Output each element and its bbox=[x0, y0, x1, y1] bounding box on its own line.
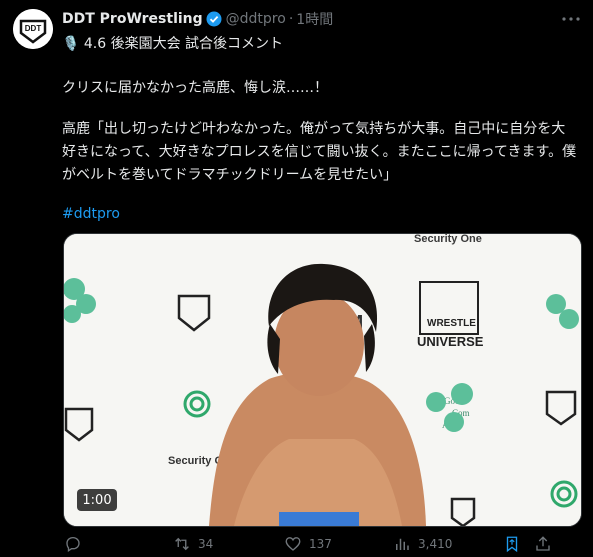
svg-text:DDT: DDT bbox=[25, 24, 42, 33]
repost-button[interactable]: 34 bbox=[173, 535, 213, 553]
reply-button[interactable] bbox=[64, 535, 89, 553]
video-player[interactable]: Security One SPM Security One WRESTLE UN… bbox=[63, 233, 582, 527]
post-text-quote: 高鹿「出し切ったけど叶わなかった。俺がって気持ちが大事。自己中に自分を大好きにな… bbox=[62, 121, 577, 183]
action-bar: 34 137 3,410 bbox=[62, 535, 583, 557]
post-timestamp[interactable]: 1時間 bbox=[296, 9, 333, 29]
post-text-line-headline: クリスに届かなかった高鹿、悔し涙……！ bbox=[62, 80, 328, 96]
share-button[interactable] bbox=[534, 535, 552, 553]
backdrop-text: WRESTLE bbox=[427, 318, 476, 329]
backdrop-text: UNIVERSE bbox=[417, 334, 484, 349]
like-count: 137 bbox=[309, 537, 332, 551]
avatar[interactable]: DDT bbox=[13, 9, 53, 49]
share-icon bbox=[536, 536, 550, 551]
bookmark-icon bbox=[506, 536, 518, 553]
heart-icon bbox=[285, 537, 301, 551]
more-options-icon[interactable] bbox=[561, 9, 581, 29]
like-button[interactable]: 137 bbox=[284, 535, 332, 553]
analytics-icon bbox=[396, 538, 409, 550]
reply-icon bbox=[66, 536, 80, 553]
bookmark-button[interactable] bbox=[503, 535, 521, 553]
post-text-line-title: 🎙️ 4.6 後楽園大会 試合後コメント bbox=[62, 36, 284, 52]
video-frame: Security One SPM Security One WRESTLE UN… bbox=[64, 234, 581, 526]
repost-count: 34 bbox=[198, 537, 214, 551]
separator-dot: · bbox=[288, 11, 294, 27]
video-duration-badge: 1:00 bbox=[77, 489, 117, 511]
verified-badge-icon bbox=[206, 11, 222, 27]
view-count: 3,410 bbox=[418, 537, 453, 551]
post-header: DDT ProWrestling @ddtpro · 1時間 bbox=[62, 9, 581, 29]
author-handle[interactable]: @ddtpro bbox=[226, 11, 286, 27]
repost-icon bbox=[175, 537, 189, 551]
ddt-logo-icon: DDT bbox=[13, 9, 53, 49]
author-display-name[interactable]: DDT ProWrestling bbox=[62, 11, 203, 27]
hashtag-link[interactable]: #ddtpro bbox=[62, 203, 579, 226]
backdrop-text: Security One bbox=[414, 234, 482, 245]
views-button[interactable]: 3,410 bbox=[393, 535, 452, 553]
